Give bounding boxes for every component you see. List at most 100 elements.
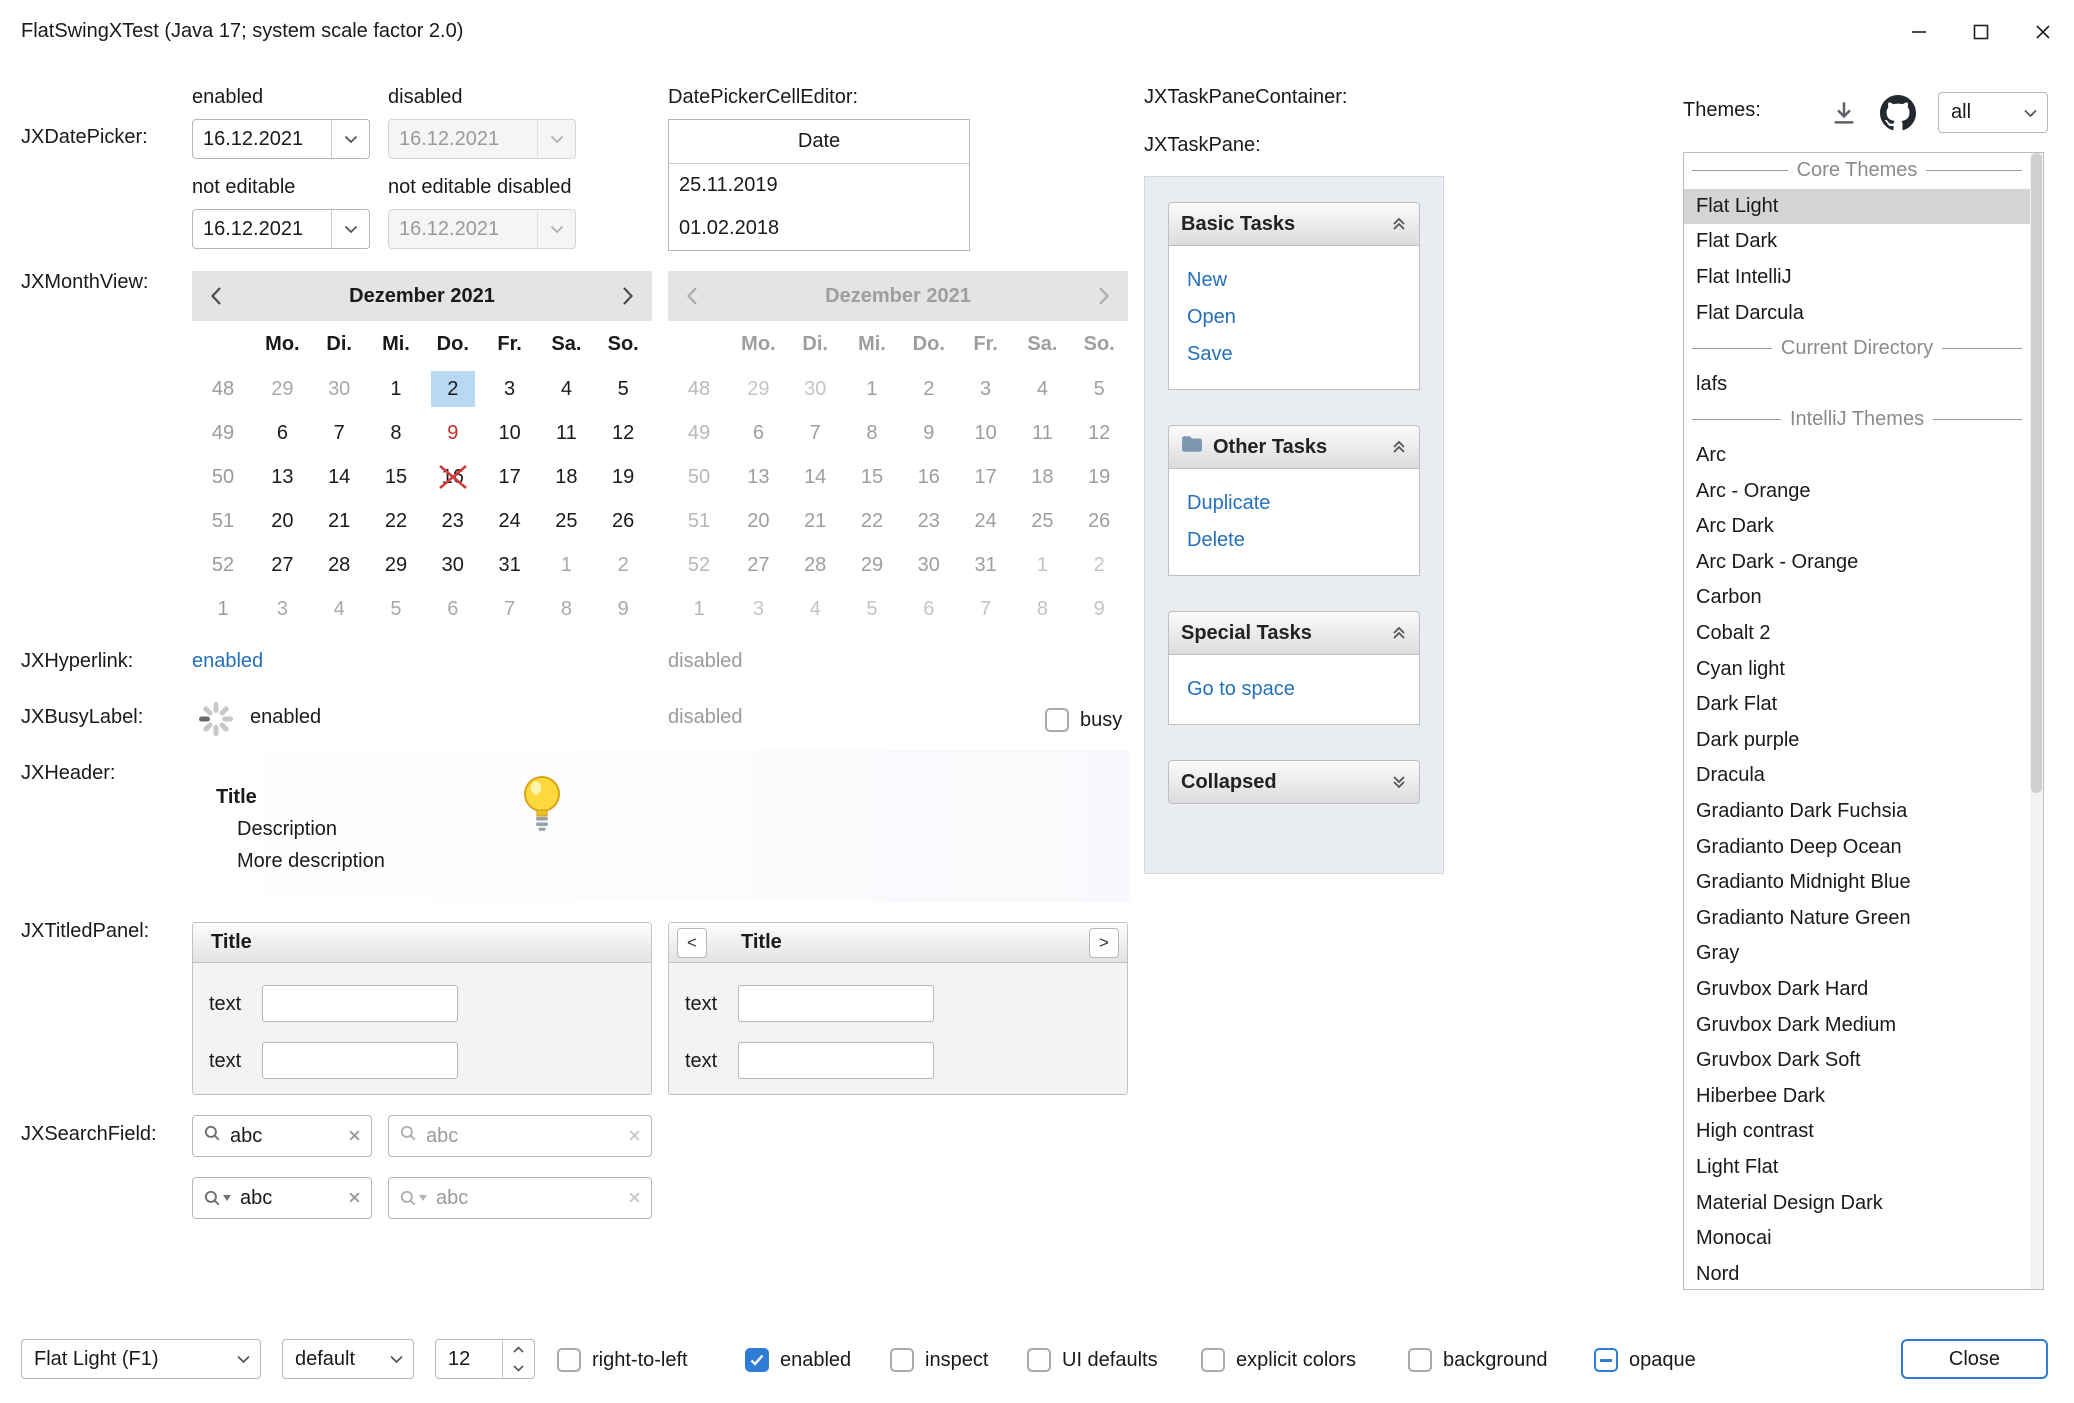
theme-item[interactable]: High contrast: [1684, 1114, 2030, 1150]
day-cell[interactable]: 21: [311, 499, 368, 543]
taskpane-link[interactable]: Save: [1187, 336, 1419, 373]
scrollbar-thumb[interactable]: [2031, 153, 2042, 793]
taskpane-link[interactable]: Delete: [1187, 522, 1419, 559]
day-cell[interactable]: 9: [424, 411, 481, 455]
theme-item[interactable]: lafs: [1684, 367, 2030, 403]
theme-item[interactable]: Hiberbee Dark: [1684, 1078, 2030, 1114]
theme-item[interactable]: Arc: [1684, 438, 2030, 474]
day-cell[interactable]: 29: [368, 543, 425, 587]
theme-item[interactable]: Gruvbox Dark Medium: [1684, 1007, 2030, 1043]
text-input[interactable]: [262, 1042, 458, 1079]
collapse-icon[interactable]: [1391, 439, 1407, 455]
day-cell[interactable]: 3: [481, 367, 538, 411]
search-input[interactable]: abc: [230, 1125, 339, 1148]
themes-filter-combo[interactable]: all: [1938, 92, 2048, 133]
prev-month-icon[interactable]: [210, 286, 222, 306]
datepicker-value[interactable]: 16.12.2021: [193, 120, 331, 158]
day-cell[interactable]: 2: [424, 367, 481, 411]
next-month-icon[interactable]: [622, 286, 634, 306]
day-cell[interactable]: 3: [254, 587, 311, 631]
day-cell[interactable]: 17: [481, 455, 538, 499]
day-cell[interactable]: 4: [311, 587, 368, 631]
collapse-icon[interactable]: [1391, 625, 1407, 641]
day-cell[interactable]: 6: [254, 411, 311, 455]
taskpane-link[interactable]: Open: [1187, 299, 1419, 336]
checkbox-explicit-colors[interactable]: explicit colors: [1201, 1347, 1356, 1373]
theme-item[interactable]: Gruvbox Dark Hard: [1684, 972, 2030, 1008]
day-cell[interactable]: 8: [368, 411, 425, 455]
day-cell[interactable]: 4: [538, 367, 595, 411]
checkbox-box[interactable]: [1045, 708, 1069, 732]
taskpane-link[interactable]: Duplicate: [1187, 485, 1419, 522]
search-field-enabled[interactable]: abc: [192, 1115, 372, 1157]
collapse-icon[interactable]: [1391, 216, 1407, 232]
day-cell[interactable]: 13: [254, 455, 311, 499]
theme-item[interactable]: Flat IntelliJ: [1684, 260, 2030, 296]
day-cell[interactable]: 5: [595, 367, 652, 411]
text-input[interactable]: [738, 1042, 934, 1079]
taskpane-title[interactable]: Other Tasks: [1168, 425, 1420, 469]
theme-item[interactable]: Cobalt 2: [1684, 616, 2030, 652]
expand-icon[interactable]: [1391, 774, 1407, 790]
day-cell[interactable]: 10: [481, 411, 538, 455]
day-cell[interactable]: 31: [481, 543, 538, 587]
theme-item[interactable]: Dark purple: [1684, 723, 2030, 759]
checkbox-box[interactable]: [557, 1348, 581, 1372]
theme-item[interactable]: Nord: [1684, 1256, 2030, 1290]
day-cell[interactable]: 14: [311, 455, 368, 499]
font-combo[interactable]: default: [282, 1339, 414, 1379]
theme-item[interactable]: Carbon: [1684, 580, 2030, 616]
taskpane-link[interactable]: Go to space: [1187, 671, 1419, 708]
day-cell[interactable]: 30: [311, 367, 368, 411]
checkbox-box[interactable]: [890, 1348, 914, 1372]
theme-item[interactable]: Arc - Orange: [1684, 473, 2030, 509]
theme-item[interactable]: Flat Light: [1684, 189, 2030, 225]
day-cell[interactable]: 1: [538, 543, 595, 587]
checkbox-background[interactable]: background: [1408, 1347, 1548, 1373]
laf-combo[interactable]: Flat Light (F1): [21, 1339, 261, 1379]
theme-item[interactable]: Arc Dark - Orange: [1684, 545, 2030, 581]
day-cell[interactable]: 7: [481, 587, 538, 631]
day-cell[interactable]: 28: [311, 543, 368, 587]
taskpane-link[interactable]: New: [1187, 262, 1419, 299]
day-cell[interactable]: 26: [595, 499, 652, 543]
theme-item[interactable]: Material Design Dark: [1684, 1185, 2030, 1221]
hyperlink-enabled[interactable]: enabled: [192, 650, 263, 673]
text-input[interactable]: [262, 985, 458, 1022]
datepicker-not-editable[interactable]: 16.12.2021: [192, 209, 370, 249]
checkbox-enabled[interactable]: enabled: [745, 1347, 851, 1373]
day-cell[interactable]: 15: [368, 455, 425, 499]
spinner-value[interactable]: 12: [436, 1340, 502, 1378]
day-cell[interactable]: 30: [424, 543, 481, 587]
day-cell[interactable]: 23: [424, 499, 481, 543]
theme-item[interactable]: Dark Flat: [1684, 687, 2030, 723]
spinner-up-button[interactable]: [503, 1340, 534, 1359]
close-window-button[interactable]: [2012, 0, 2074, 63]
table-row[interactable]: 25.11.2019: [669, 164, 969, 207]
clear-icon[interactable]: [348, 1187, 361, 1210]
checkbox-box[interactable]: [1594, 1348, 1618, 1372]
day-cell[interactable]: 5: [368, 587, 425, 631]
table-row[interactable]: 01.02.2018: [669, 207, 969, 250]
day-cell[interactable]: 11: [538, 411, 595, 455]
theme-item[interactable]: Gradianto Deep Ocean: [1684, 829, 2030, 865]
download-icon[interactable]: [1828, 97, 1860, 135]
taskpane-title[interactable]: Collapsed: [1168, 760, 1420, 804]
taskpane-title[interactable]: Special Tasks: [1168, 611, 1420, 655]
day-cell[interactable]: 22: [368, 499, 425, 543]
theme-item[interactable]: Gray: [1684, 936, 2030, 972]
text-input[interactable]: [738, 985, 934, 1022]
checkbox-busy[interactable]: busy: [1045, 707, 1122, 733]
clear-icon[interactable]: [348, 1125, 361, 1148]
spinner-down-button[interactable]: [503, 1359, 534, 1378]
checkbox-box[interactable]: [1408, 1348, 1432, 1372]
checkbox-right-to-left[interactable]: right-to-left: [557, 1347, 688, 1373]
day-cell[interactable]: 20: [254, 499, 311, 543]
theme-item[interactable]: Arc Dark: [1684, 509, 2030, 545]
theme-item[interactable]: Light Flat: [1684, 1150, 2030, 1186]
theme-item[interactable]: Gradianto Nature Green: [1684, 900, 2030, 936]
datepicker-dropdown-button[interactable]: [331, 120, 369, 158]
day-cell[interactable]: 27: [254, 543, 311, 587]
search-input[interactable]: abc: [240, 1187, 339, 1210]
day-cell[interactable]: 7: [311, 411, 368, 455]
